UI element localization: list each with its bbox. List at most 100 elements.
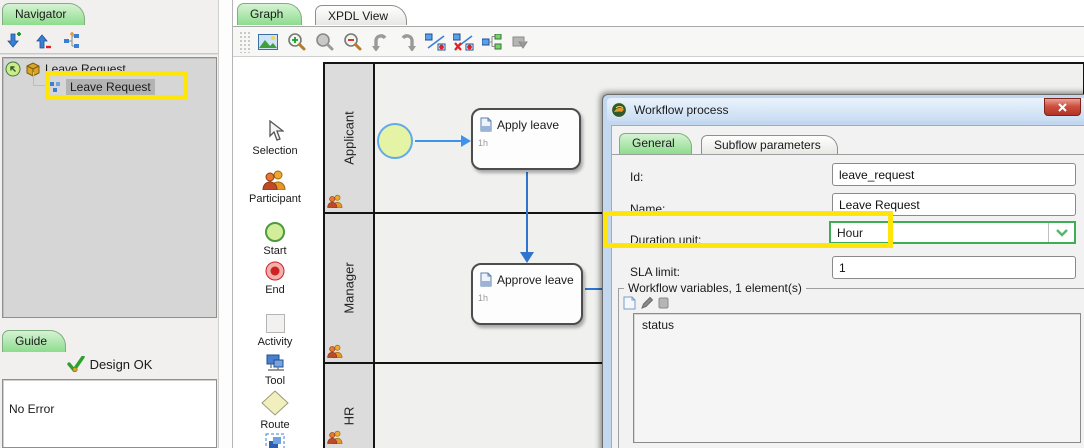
activity-duration: 1h	[478, 293, 488, 303]
zoom-out-icon	[343, 32, 362, 51]
new-variable-icon[interactable]	[623, 296, 636, 310]
participant-icon	[262, 170, 288, 190]
guide-status: Design OK	[0, 356, 219, 375]
lane-header[interactable]: Manager	[325, 214, 375, 362]
divider	[612, 154, 1084, 155]
arrow-down-plus-icon	[5, 32, 23, 50]
connect-icon	[425, 32, 447, 52]
sla-limit-field[interactable]	[832, 256, 1076, 279]
activity-label: Approve leave	[497, 273, 574, 287]
palette-route[interactable]: Route	[233, 390, 317, 431]
insert-package-button[interactable]	[4, 31, 24, 51]
tab-navigator-label: Navigator	[15, 7, 66, 21]
palette-tool[interactable]: Tool	[233, 354, 317, 387]
cursor-icon	[266, 120, 284, 142]
layout-tree-button[interactable]	[481, 31, 503, 53]
activity-node-apply-leave[interactable]: Apply leave 1h	[471, 108, 581, 170]
tab-navigator[interactable]: Navigator	[2, 3, 85, 25]
group-title: Workflow variables, 1 element(s)	[624, 281, 806, 295]
navigator-toolbar	[4, 31, 82, 51]
image-icon	[258, 34, 278, 50]
tree-view-button[interactable]	[62, 31, 82, 51]
palette-label: Tool	[233, 375, 317, 387]
duration-unit-value: Hour	[837, 226, 863, 240]
palette-label: Participant	[233, 193, 317, 205]
zoom-reset-button[interactable]	[313, 31, 335, 53]
undo-button[interactable]	[369, 31, 391, 53]
palette-activity[interactable]: Activity	[233, 314, 317, 348]
process-node-icon	[49, 81, 62, 94]
tab-general-label: General	[632, 136, 675, 150]
lane-header[interactable]: HR	[325, 364, 375, 448]
combo-arrow-zone[interactable]	[1048, 223, 1074, 242]
delete-variable-icon[interactable]	[657, 296, 670, 310]
palette-subflow[interactable]: SubFlow	[233, 433, 317, 448]
dialog-title: Workflow process	[634, 103, 728, 117]
chevron-down-icon	[1056, 229, 1068, 237]
close-icon	[1058, 103, 1067, 112]
connect-elements-button[interactable]	[425, 31, 447, 53]
name-field[interactable]	[832, 193, 1076, 216]
tab-guide[interactable]: Guide	[2, 330, 66, 352]
layout-hierarchy-icon	[482, 34, 502, 50]
save-image-button[interactable]	[257, 31, 279, 53]
lane-label: Manager	[342, 262, 357, 313]
end-event-icon	[265, 261, 285, 281]
palette-end[interactable]: End	[233, 261, 317, 296]
workflow-process-dialog: Workflow process General Subflow paramet…	[602, 94, 1084, 448]
collapse-badge-icon	[5, 61, 21, 77]
zoom-in-icon	[287, 32, 306, 51]
redo-button[interactable]	[397, 31, 419, 53]
tab-graph[interactable]: Graph	[237, 3, 302, 25]
tab-general[interactable]: General	[619, 133, 692, 154]
palette-label: Activity	[233, 336, 317, 348]
graph-toolbar	[233, 27, 1084, 57]
dialog-titlebar[interactable]: Workflow process	[607, 98, 1084, 121]
tab-xpdl-view[interactable]: XPDL View	[315, 5, 407, 25]
remove-package-button[interactable]	[33, 31, 53, 51]
close-button[interactable]	[1044, 98, 1081, 116]
redo-arrow-icon	[399, 33, 417, 51]
tool-icon	[264, 354, 286, 372]
navigator-tree: Leave Request Leave Request	[2, 57, 217, 318]
lane-label: HR	[342, 407, 357, 426]
field-label-name: Name:	[630, 202, 665, 216]
tab-subflow-parameters[interactable]: Subflow parameters	[701, 135, 838, 154]
guide-status-text: Design OK	[90, 357, 153, 372]
activity-node-approve-leave[interactable]: Approve leave 1h	[471, 263, 583, 325]
zoom-in-button[interactable]	[285, 31, 307, 53]
disconnect-elements-button[interactable]	[453, 31, 475, 53]
divider	[0, 53, 219, 55]
variables-toolbar	[623, 296, 670, 310]
variables-list[interactable]: status	[633, 313, 1081, 443]
tree-root-label: Leave Request	[45, 62, 126, 76]
activity-duration: 1h	[478, 138, 488, 148]
palette-selection[interactable]: Selection	[233, 120, 317, 157]
duration-unit-select[interactable]: Hour	[829, 221, 1076, 244]
start-event-node[interactable]	[377, 123, 413, 159]
palette-label: Selection	[233, 145, 317, 157]
tool-palette: Selection Participant Start End	[233, 58, 317, 448]
palette-label: Start	[233, 245, 317, 257]
hierarchy-plus-icon	[63, 32, 81, 50]
id-field[interactable]	[832, 163, 1076, 186]
transition-edge[interactable]	[415, 140, 463, 142]
transition-edge[interactable]	[526, 172, 528, 254]
application-window: Navigator	[0, 0, 1084, 448]
tree-node-process[interactable]: Leave Request	[49, 79, 155, 95]
edit-variable-icon[interactable]	[640, 296, 653, 310]
tab-subflow-label: Subflow parameters	[714, 138, 821, 152]
tree-node-package[interactable]: Leave Request	[5, 61, 126, 77]
variable-item[interactable]: status	[634, 314, 1080, 332]
lane-header[interactable]: Applicant	[325, 64, 375, 212]
palette-start[interactable]: Start	[233, 222, 317, 257]
package-gray-icon	[511, 33, 529, 51]
toolbar-grip[interactable]	[239, 31, 251, 53]
zoom-out-button[interactable]	[341, 31, 363, 53]
workflow-variables-group: Workflow variables, 1 element(s) status	[618, 288, 1084, 448]
field-label-id: Id:	[630, 170, 643, 184]
field-label-duration-unit: Duration unit:	[630, 233, 701, 247]
export-package-button[interactable]	[509, 31, 531, 53]
zoom-reset-icon	[315, 32, 334, 51]
palette-participant[interactable]: Participant	[233, 170, 317, 205]
